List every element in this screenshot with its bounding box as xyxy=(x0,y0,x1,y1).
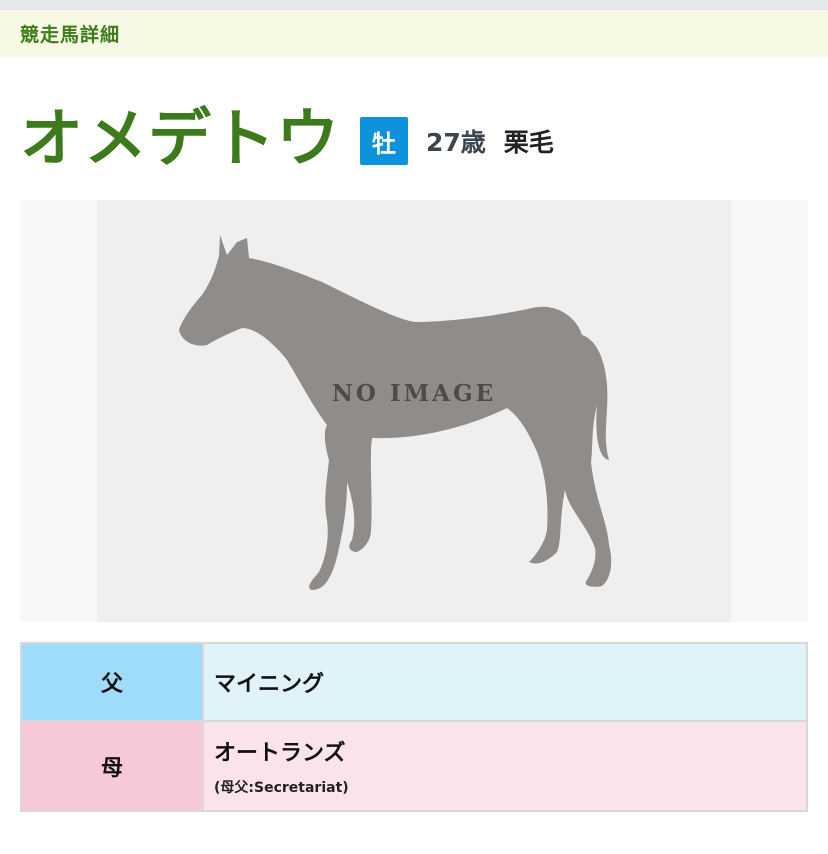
horse-title-row: オメデトウ 牡 27歳 栗毛 xyxy=(20,100,554,176)
sire-value-cell: マイニング xyxy=(202,642,808,722)
horse-age: 27歳 xyxy=(426,128,486,157)
horse-silhouette-icon xyxy=(179,235,612,590)
horse-coat: 栗毛 xyxy=(503,128,554,157)
section-title: 競走馬詳細 xyxy=(20,24,121,46)
dam-value-cell: オートランズ (母父:Secretariat) xyxy=(202,720,808,812)
no-image-label: NO IMAGE xyxy=(331,380,497,407)
no-image-placeholder: NO IMAGE xyxy=(97,200,731,622)
sire-label: 父 xyxy=(20,642,204,722)
sire-name[interactable]: マイニング xyxy=(214,666,806,698)
sex-badge: 牡 xyxy=(360,117,408,165)
dam-label: 母 xyxy=(20,720,204,812)
dam-row: 母 オートランズ (母父:Secretariat) xyxy=(20,720,808,812)
horse-name: オメデトウ xyxy=(20,101,340,175)
section-header: 競走馬詳細 xyxy=(0,10,828,57)
dam-sire-note: (母父:Secretariat) xyxy=(214,780,349,796)
pedigree-table: 父 マイニング 母 オートランズ (母父:Secretariat) xyxy=(20,642,808,812)
top-bar xyxy=(0,0,828,10)
dam-name[interactable]: オートランズ xyxy=(214,735,806,767)
horse-image-area: NO IMAGE xyxy=(20,200,808,622)
sire-row: 父 マイニング xyxy=(20,642,808,722)
